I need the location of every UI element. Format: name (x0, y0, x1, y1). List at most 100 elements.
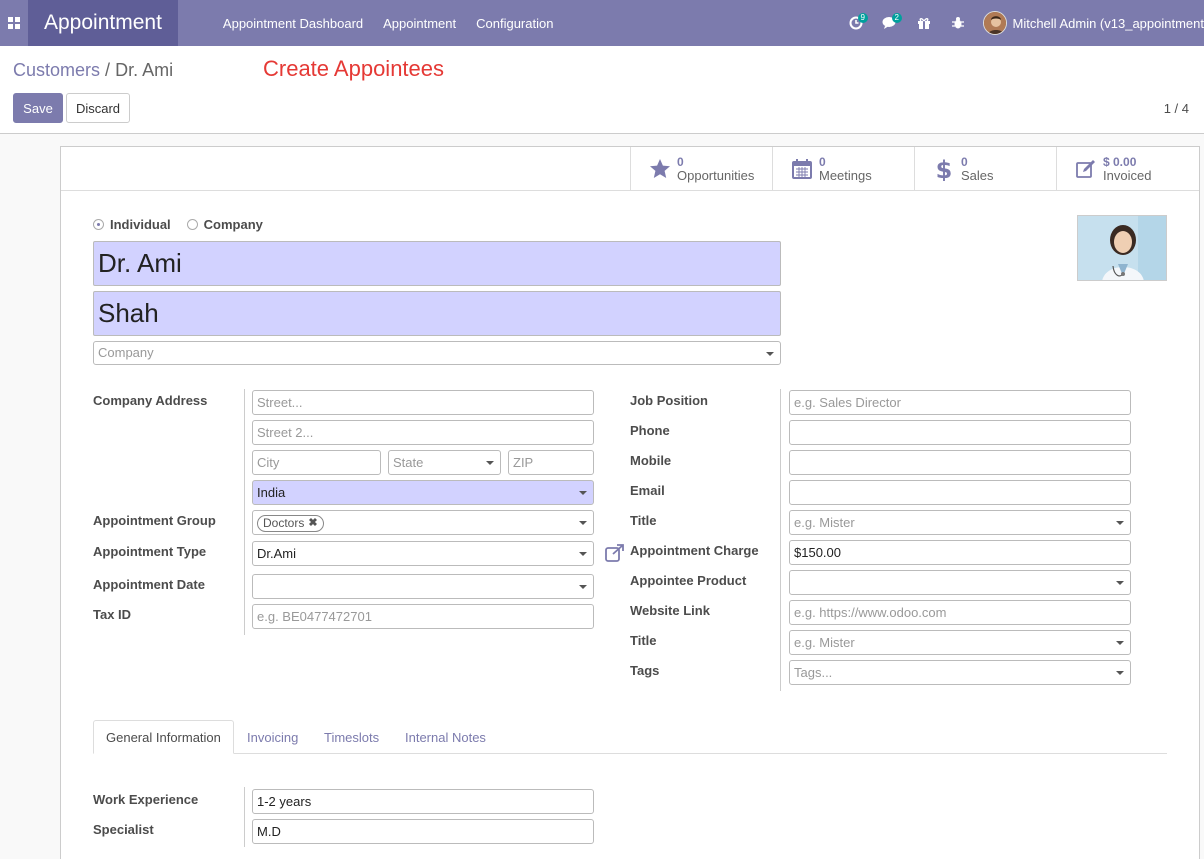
work-experience-input[interactable]: 1-2 years (252, 789, 594, 814)
debug-button[interactable] (941, 0, 975, 46)
title2-label: Title (630, 633, 657, 648)
radio-individual[interactable] (93, 219, 104, 230)
invoiced-button[interactable]: $ 0.00 Invoiced (1056, 147, 1198, 191)
external-link-icon[interactable] (604, 543, 626, 563)
zip-input[interactable]: ZIP (508, 450, 594, 475)
invoiced-label: Invoiced (1103, 168, 1152, 183)
company-select[interactable]: Company (93, 341, 781, 365)
job-position-label: Job Position (630, 393, 708, 408)
appointment-date-select[interactable] (252, 574, 594, 599)
title-label: Title (630, 513, 657, 528)
first-name-input[interactable]: Dr. Ami (93, 241, 781, 286)
tab-internal-notes[interactable]: Internal Notes (393, 720, 498, 754)
mobile-label: Mobile (630, 453, 672, 468)
app-brand[interactable]: Appointment (28, 0, 178, 46)
specialist-input[interactable]: M.D (252, 819, 594, 844)
messages-button[interactable]: 2 (873, 0, 907, 46)
left-column-divider (244, 389, 245, 635)
edit-icon (1071, 154, 1101, 184)
title2-select[interactable]: e.g. Mister (789, 630, 1131, 655)
job-position-input[interactable]: e.g. Sales Director (789, 390, 1131, 415)
messages-badge: 2 (891, 13, 902, 23)
user-avatar (982, 11, 1007, 35)
control-panel: Customers / Dr. Ami Create Appointees Sa… (0, 46, 1204, 134)
tab-timeslots[interactable]: Timeslots (312, 720, 391, 754)
city-input[interactable]: City (252, 450, 381, 475)
contact-photo[interactable] (1077, 215, 1167, 281)
menu-appointment-dashboard[interactable]: Appointment Dashboard (213, 16, 373, 31)
website-link-input[interactable]: e.g. https://www.odoo.com (789, 600, 1131, 625)
star-icon (645, 154, 675, 184)
gift-button[interactable] (907, 0, 941, 46)
appointee-product-select[interactable] (789, 570, 1131, 595)
user-name: Mitchell Admin (v13_appointment (1012, 15, 1204, 31)
meetings-count: 0 (819, 155, 826, 169)
phone-input[interactable] (789, 420, 1131, 445)
appointment-group-label: Appointment Group (93, 513, 216, 528)
dollar-icon: $ (929, 154, 959, 184)
tax-id-input[interactable]: e.g. BE0477472701 (252, 604, 594, 629)
menu-configuration[interactable]: Configuration (466, 16, 563, 31)
appointment-type-label: Appointment Type (93, 544, 207, 559)
activity-button[interactable]: 9 (839, 0, 873, 46)
breadcrumb-current: Dr. Ami (115, 60, 174, 80)
breadcrumb-customers[interactable]: Customers (13, 60, 100, 80)
user-menu[interactable]: Mitchell Admin (v13_appointment (982, 11, 1204, 35)
svg-text:$: $ (936, 157, 953, 181)
radio-individual-label: Individual (110, 217, 171, 232)
apps-menu-button[interactable] (0, 0, 28, 46)
breadcrumb-separator: / (105, 60, 111, 80)
tags-label: Tags (630, 663, 660, 678)
mobile-input[interactable] (789, 450, 1131, 475)
appointment-charge-input[interactable]: $150.00 (789, 540, 1131, 565)
street-input[interactable]: Street... (252, 390, 594, 415)
tags-select[interactable]: Tags... (789, 660, 1131, 685)
title-select[interactable]: e.g. Mister (789, 510, 1131, 535)
meetings-button[interactable]: 0 Meetings (772, 147, 914, 191)
main-menu: Appointment Dashboard Appointment Config… (213, 16, 564, 31)
pager-value[interactable]: 1 / 4 (1164, 101, 1189, 116)
tab-general-information[interactable]: General Information (93, 720, 234, 754)
sales-button[interactable]: $ 0 Sales (914, 147, 1056, 191)
general-divider (244, 787, 245, 847)
opportunities-button[interactable]: 0 Opportunities (630, 147, 772, 191)
discard-button[interactable]: Discard (66, 93, 130, 123)
remove-tag-icon[interactable]: ✖ (308, 516, 317, 531)
form-sheet: 0 Opportunities 0 Meetings $ 0 Sales $ 0.00… (60, 146, 1200, 859)
appointment-charge-label: Appointment Charge (630, 543, 759, 558)
smart-buttons: 0 Opportunities 0 Meetings $ 0 Sales $ 0.00… (61, 147, 1199, 191)
company-address-label: Company Address (93, 393, 208, 408)
invoiced-amount: $ 0.00 (1103, 155, 1137, 169)
phone-label: Phone (630, 423, 670, 438)
save-button[interactable]: Save (13, 93, 63, 123)
tag-doctors: Doctors ✖ (257, 515, 324, 532)
last-name-input[interactable]: Shah (93, 291, 781, 336)
opportunities-label: Opportunities (677, 168, 755, 183)
appointment-group-field[interactable]: Doctors ✖ (252, 510, 594, 535)
tax-id-label: Tax ID (93, 607, 132, 622)
tab-invoicing[interactable]: Invoicing (235, 720, 310, 754)
street2-input[interactable]: Street 2... (252, 420, 594, 445)
state-select[interactable]: State (388, 450, 501, 475)
gift-icon (917, 18, 930, 29)
opportunities-count: 0 (677, 155, 684, 169)
appointee-product-label: Appointee Product (630, 573, 747, 588)
sales-label: Sales (961, 168, 994, 183)
right-column-divider (780, 389, 781, 691)
radio-company[interactable] (186, 219, 198, 230)
menu-appointment[interactable]: Appointment (373, 16, 466, 31)
appointment-date-label: Appointment Date (93, 577, 205, 592)
radio-company-label: Company (203, 217, 263, 232)
bug-icon (951, 17, 964, 29)
calendar-icon (787, 154, 817, 184)
appointment-type-select[interactable]: Dr.Ami (252, 541, 594, 566)
website-link-label: Website Link (630, 603, 710, 618)
top-navbar: Appointment Appointment Dashboard Appoin… (0, 0, 1204, 46)
specialist-label: Specialist (93, 822, 154, 837)
sales-count: 0 (961, 155, 968, 169)
annotation-text: Create Appointees (263, 56, 445, 81)
email-input[interactable] (789, 480, 1131, 505)
grid-icon (8, 17, 20, 29)
country-select[interactable]: India (252, 480, 594, 505)
notebook-tabs: General Information Invoicing Timeslots … (93, 720, 1167, 754)
